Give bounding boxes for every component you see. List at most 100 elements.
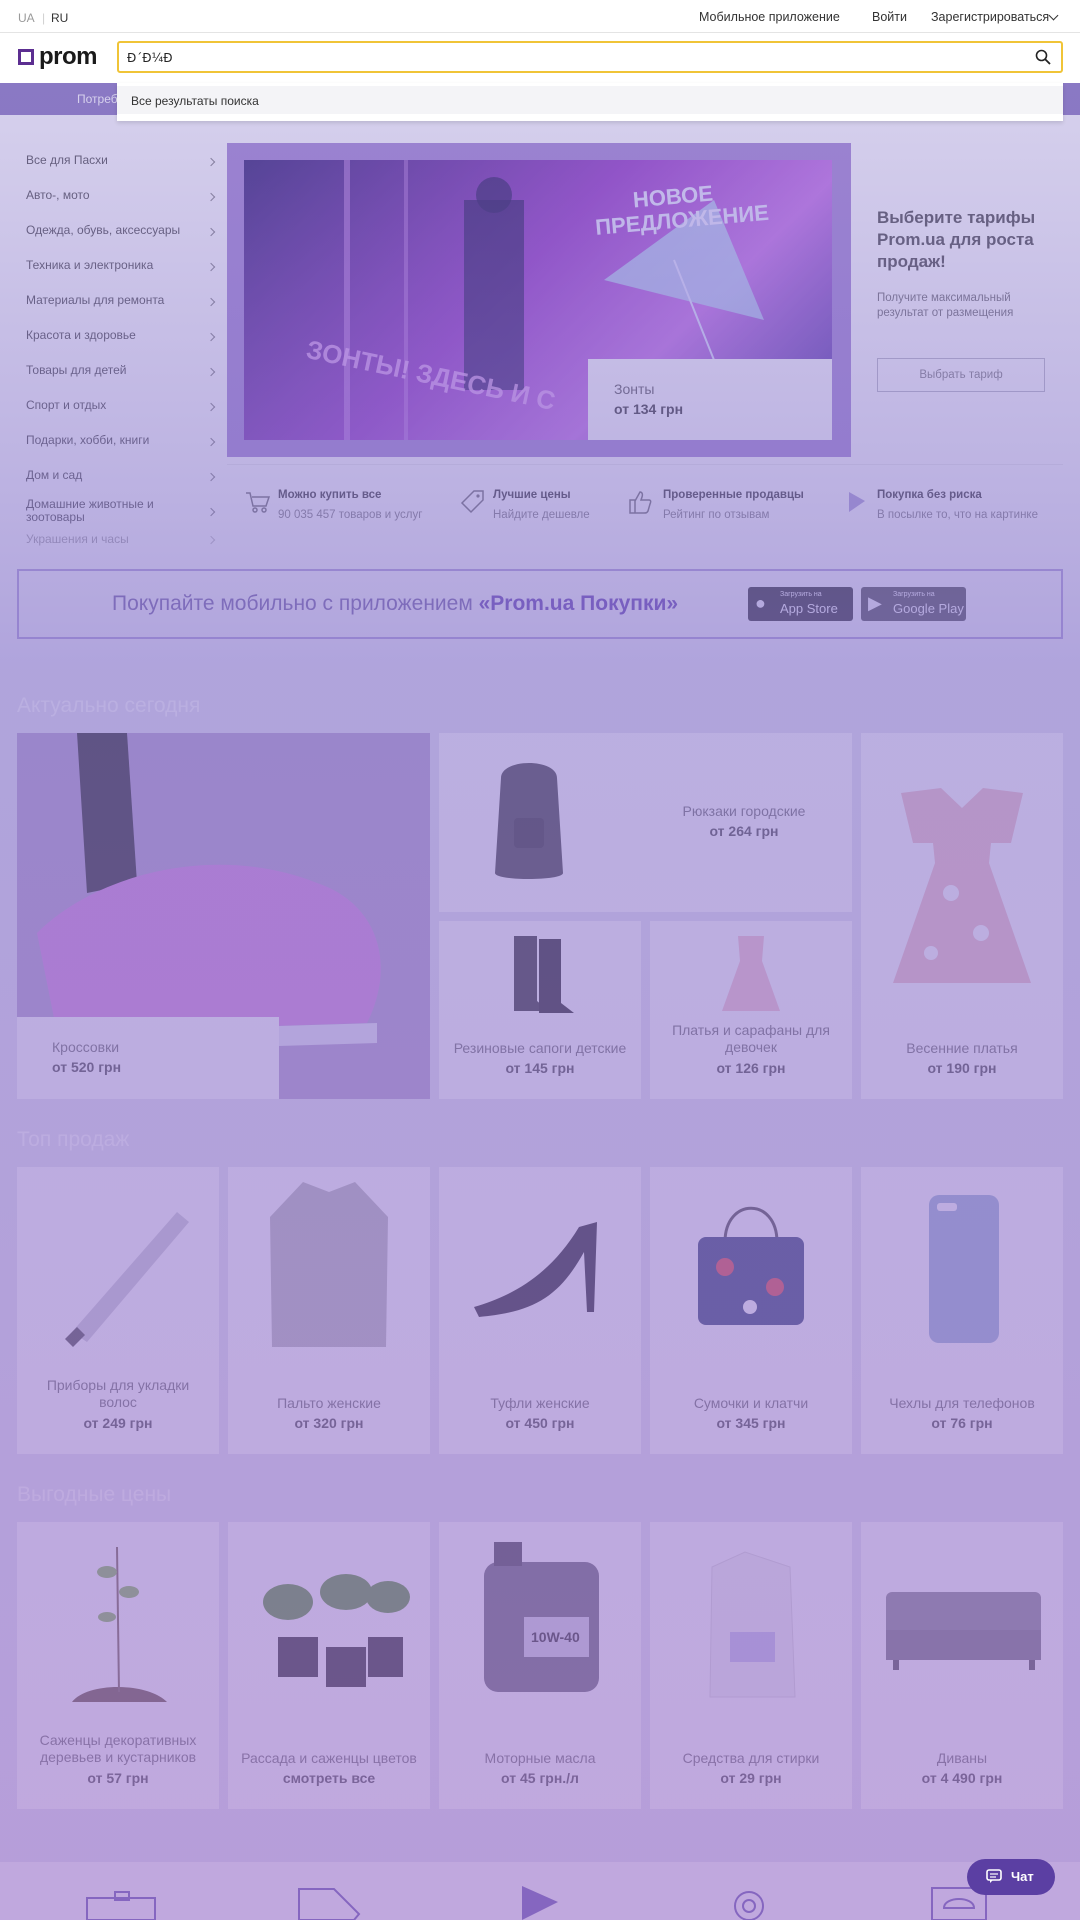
all-search-results-item[interactable]: Все результаты поиска — [117, 86, 1063, 114]
sidebar-item-pets[interactable]: Домашние животные и зоотовары — [26, 495, 216, 533]
apple-icon: ● — [755, 593, 766, 613]
chevron-right-icon — [206, 437, 216, 447]
footer-benefits-strip — [0, 1862, 1080, 1920]
feature-subtitle: 90 035 457 товаров и услуг — [278, 509, 423, 521]
choose-tariff-button[interactable]: Выбрать тариф — [877, 358, 1045, 392]
hero-banner[interactable]: НОВОЕ ПРЕДЛОЖЕНИЕ ЗОНТЫ! ЗДЕСЬ И С Зонты… — [227, 143, 851, 457]
product-card-saplings[interactable]: Саженцы декоративных деревьев и кустарни… — [17, 1522, 219, 1809]
mobile-app-link[interactable]: Мобильное приложение — [699, 10, 840, 24]
search-icon[interactable] — [1035, 49, 1051, 65]
product-card-women-coats[interactable]: Пальто женские от 320 грн — [228, 1167, 430, 1454]
product-card-caption: Кроссовки от 520 грн — [17, 1017, 279, 1099]
sidebar-item-clothing[interactable]: Одежда, обувь, аксессуары — [26, 215, 216, 250]
product-card-girls-dresses[interactable]: Платья и сарафаны для девочек от 126 грн — [650, 921, 852, 1099]
gear-icon — [734, 1891, 764, 1920]
sidebar-item-electronics[interactable]: Техника и электроника — [26, 250, 216, 285]
product-card-rubber-boots[interactable]: Резиновые сапоги детские от 145 грн — [439, 921, 641, 1099]
product-name: Диваны — [936, 1750, 988, 1766]
top-bar: UA | RU Мобильное приложение Войти Зарег… — [0, 0, 1080, 33]
product-name: Пальто женские — [277, 1395, 381, 1411]
product-card-women-shoes[interactable]: Туфли женские от 450 грн — [439, 1167, 641, 1454]
sidebar-item-auto[interactable]: Авто-, мото — [26, 180, 216, 215]
sidebar-item-label: Техника и электроника — [26, 258, 154, 272]
product-name: Весенние платья — [906, 1040, 1018, 1056]
tag-icon — [460, 490, 484, 514]
google-play-small-label: Загрузить на — [893, 591, 935, 598]
search-input[interactable] — [127, 48, 1007, 68]
sidebar-item-sport[interactable]: Спорт и отдых — [26, 390, 216, 425]
tariff-promo-title: Выберите тарифы Prom.ua для роста продаж… — [877, 208, 1036, 271]
product-price: от 29 грн — [720, 1770, 782, 1786]
sidebar-item-repair[interactable]: Материалы для ремонта — [26, 285, 216, 320]
sidebar-item-label: Спорт и отдых — [26, 398, 107, 412]
chat-button[interactable]: Чат — [967, 1859, 1055, 1895]
chevron-right-icon — [206, 332, 216, 342]
product-name: Саженцы декоративных деревьев и кустарни… — [39, 1732, 197, 1765]
shield-icon — [849, 492, 865, 512]
product-card-motor-oil[interactable]: 10W-40 Моторные масла от 45 грн./л — [439, 1522, 641, 1809]
google-play-button[interactable]: ▶ Загрузить на Google Play — [861, 587, 966, 621]
product-card-handbags[interactable]: Сумочки и клатчи от 345 грн — [650, 1167, 852, 1454]
sidebar-item-label: Дом и сад — [26, 468, 83, 482]
sidebar-item-label: Подарки, хобби, книги — [26, 433, 150, 447]
sidebar-item-label: Товары для детей — [26, 363, 127, 377]
mobile-app-banner-lead: Покупайте мобильно с приложением — [112, 592, 479, 615]
product-price: от 264 грн — [709, 823, 779, 839]
product-card-flower-seedlings[interactable]: Рассада и саженцы цветов смотреть все — [228, 1522, 430, 1809]
product-card-detergents[interactable]: Средства для стирки от 29 грн — [650, 1522, 852, 1809]
feature-no-risk: Покупка без риска В посылке то, что на к… — [844, 485, 1054, 535]
product-price: от 520 грн — [52, 1059, 122, 1075]
sidebar-item-gifts[interactable]: Подарки, хобби, книги — [26, 425, 216, 460]
product-name: Туфли женские — [490, 1395, 590, 1411]
chevron-right-icon — [206, 507, 216, 517]
product-name: Моторные масла — [484, 1750, 596, 1766]
chevron-down-icon[interactable] — [1048, 10, 1059, 21]
lang-ua-link[interactable]: UA — [18, 11, 35, 25]
mobile-app-banner[interactable]: Покупайте мобильно с приложением «Prom.u… — [17, 569, 1063, 639]
lang-ru-link[interactable]: RU — [51, 11, 68, 25]
product-card-spring-dresses[interactable]: Весенние платья от 190 грн — [861, 733, 1063, 1099]
app-store-label: App Store — [780, 601, 838, 616]
product-price: от 45 грн./л — [501, 1770, 579, 1786]
chat-label: Чат — [1011, 1869, 1034, 1884]
feature-title: Проверенные продавцы — [663, 489, 804, 501]
product-card-hair-styling[interactable]: Приборы для укладки волос от 249 грн — [17, 1167, 219, 1454]
chevron-right-icon — [206, 535, 216, 545]
register-link[interactable]: Зарегистрироваться — [931, 10, 1049, 24]
search-box[interactable] — [117, 41, 1063, 73]
sidebar-item-easter[interactable]: Все для Пасхи — [26, 145, 216, 180]
sidebar-item-kids[interactable]: Товары для детей — [26, 355, 216, 390]
product-name: Рюкзаки городские — [682, 803, 806, 819]
product-price: от 76 грн — [931, 1415, 993, 1431]
product-name: Рассада и саженцы цветов — [241, 1750, 417, 1766]
sidebar-item-jewelry[interactable]: Украшения и часы — [26, 533, 216, 549]
all-search-results-label: Все результаты поиска — [131, 94, 259, 108]
product-card-sneakers[interactable]: Кроссовки от 520 грн — [17, 733, 430, 1099]
product-name: Сумочки и клатчи — [693, 1395, 809, 1411]
feature-verified-sellers: Проверенные продавцы Рейтинг по отзывам — [627, 485, 827, 535]
product-card-phone-cases[interactable]: Чехлы для телефонов от 76 грн — [861, 1167, 1063, 1454]
mobile-app-banner-brand: «Prom.ua Покупки» — [478, 592, 679, 615]
feature-best-prices: Лучшие цены Найдите дешевле — [460, 485, 610, 535]
chevron-right-icon — [206, 262, 216, 272]
sidebar-item-beauty[interactable]: Красота и здоровье — [26, 320, 216, 355]
logo-text: prom — [39, 43, 98, 70]
login-link[interactable]: Войти — [872, 10, 907, 24]
hero-banner-card-price: от 134 грн — [614, 401, 684, 417]
sidebar-item-label: Материалы для ремонта — [26, 293, 165, 307]
feature-subtitle: Рейтинг по отзывам — [663, 509, 770, 521]
feature-subtitle: В посылке то, что на картинке — [877, 509, 1038, 521]
prom-logo[interactable]: prom — [18, 43, 98, 71]
hero-banner-card[interactable]: Зонты от 134 грн — [588, 359, 832, 440]
product-card-backpacks[interactable]: Рюкзаки городские от 264 грн — [439, 733, 852, 912]
chevron-right-icon — [206, 472, 216, 482]
product-name: Средства для стирки — [682, 1750, 820, 1766]
product-name: Приборы для укладки волос — [46, 1377, 190, 1410]
product-card-sofas[interactable]: Диваны от 4 490 грн — [861, 1522, 1063, 1809]
product-name: Кроссовки — [52, 1039, 120, 1055]
feature-title: Покупка без риска — [877, 489, 982, 501]
app-store-button[interactable]: ● Загрузить на App Store — [748, 587, 853, 621]
nav-item-partial[interactable]: Потреб — [77, 92, 118, 106]
sidebar-item-home[interactable]: Дом и сад — [26, 460, 216, 495]
product-price: от 320 грн — [294, 1415, 364, 1431]
